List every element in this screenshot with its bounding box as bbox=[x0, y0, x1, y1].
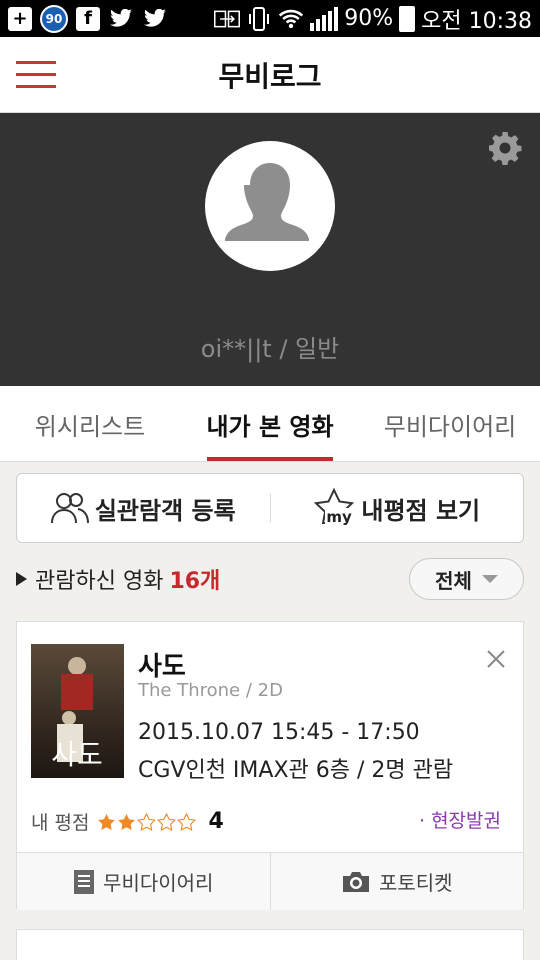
document-icon bbox=[74, 869, 95, 894]
rating-value: 4 bbox=[208, 809, 224, 834]
facebook-icon: f bbox=[76, 6, 100, 31]
star-empty-icon bbox=[137, 812, 157, 831]
tab-bar: 위시리스트 내가 본 영화 무비다이어리 bbox=[0, 386, 540, 462]
photo-ticket-button[interactable]: 포토티켓 bbox=[271, 853, 524, 910]
filter-dropdown[interactable]: 전체 bbox=[409, 558, 524, 600]
camera-icon bbox=[342, 871, 369, 892]
movie-diary-label: 무비다이어리 bbox=[103, 871, 214, 895]
movie-card[interactable] bbox=[16, 929, 524, 960]
filter-value: 전체 bbox=[435, 568, 472, 593]
close-icon[interactable] bbox=[485, 648, 507, 670]
register-viewer-label: 실관람객 등록 bbox=[94, 496, 236, 525]
my-rating-label: 내평점 보기 bbox=[361, 496, 481, 525]
star-filled-icon bbox=[118, 813, 136, 830]
profile-section: oi**||t / 일반 bbox=[0, 113, 540, 386]
screen-mirror-icon bbox=[214, 6, 241, 32]
settings-gear-icon[interactable] bbox=[488, 131, 522, 165]
register-viewer-button[interactable]: 실관람객 등록 bbox=[17, 474, 270, 542]
poster-title: 사도 bbox=[51, 738, 103, 771]
rating-label: 내 평점 bbox=[31, 812, 90, 834]
status-bar: + 90 f 90% 오전 10:38 bbox=[0, 0, 540, 37]
battery-icon bbox=[399, 5, 416, 32]
active-tab-indicator bbox=[207, 457, 333, 461]
card-footer: 무비다이어리 포토티켓 bbox=[17, 852, 523, 910]
rating-stars bbox=[97, 812, 197, 831]
star-empty-icon bbox=[177, 812, 197, 831]
vibrate-icon bbox=[246, 6, 272, 32]
avatar[interactable] bbox=[205, 141, 335, 271]
star-empty-icon bbox=[157, 812, 177, 831]
add-icon: + bbox=[8, 6, 32, 31]
twitter-icon bbox=[108, 6, 134, 32]
chevron-down-icon bbox=[481, 575, 498, 583]
movie-card[interactable]: 사도 사도 The Throne / 2D 2015.10.07 15:45 -… bbox=[16, 621, 524, 910]
my-rating: 내 평점 4 bbox=[31, 808, 224, 835]
photo-ticket-label: 포토티켓 bbox=[378, 871, 453, 895]
notification-badge-icon: 90 bbox=[40, 4, 68, 33]
movie-diary-button[interactable]: 무비다이어리 bbox=[17, 853, 270, 910]
movie-subtitle: The Throne / 2D bbox=[138, 680, 283, 701]
my-star-icon: my bbox=[313, 487, 355, 528]
movie-place: CGV인천 IMAX관 6층 / 2명 관람 bbox=[138, 758, 454, 783]
star-filled-icon bbox=[98, 813, 116, 830]
username: oi**||t / 일반 bbox=[200, 335, 340, 363]
movie-datetime: 2015.10.07 15:45 - 17:50 bbox=[138, 720, 420, 745]
watched-count-value: 16개 bbox=[169, 569, 221, 594]
signal-icon bbox=[310, 6, 339, 31]
tab-movie-diary[interactable]: 무비다이어리 bbox=[360, 386, 540, 462]
watched-count-row: 관람하신 영화 16개 전체 bbox=[16, 557, 524, 601]
app-header: 무비로그 bbox=[0, 37, 540, 113]
people-icon bbox=[50, 493, 89, 524]
my-icon-text: my bbox=[325, 508, 353, 526]
ticket-type-badge: · 현장발권 bbox=[419, 810, 501, 832]
page-title: 무비로그 bbox=[218, 60, 322, 93]
battery-percent: 90% bbox=[344, 6, 394, 31]
movie-title: 사도 bbox=[138, 652, 186, 682]
movie-poster[interactable]: 사도 bbox=[31, 644, 124, 778]
default-avatar-icon bbox=[225, 163, 309, 241]
tab-wishlist[interactable]: 위시리스트 bbox=[0, 386, 180, 462]
wifi-icon bbox=[278, 6, 304, 32]
my-rating-button[interactable]: my 내평점 보기 bbox=[271, 474, 524, 542]
clock: 오전 10:38 bbox=[421, 8, 532, 34]
twitter-icon bbox=[142, 6, 168, 32]
watched-count-label: 관람하신 영화 bbox=[35, 569, 164, 594]
tab-watched-movies[interactable]: 내가 본 영화 bbox=[180, 386, 360, 462]
action-bar: 실관람객 등록 my 내평점 보기 bbox=[16, 473, 524, 543]
triangle-right-icon bbox=[16, 572, 27, 586]
